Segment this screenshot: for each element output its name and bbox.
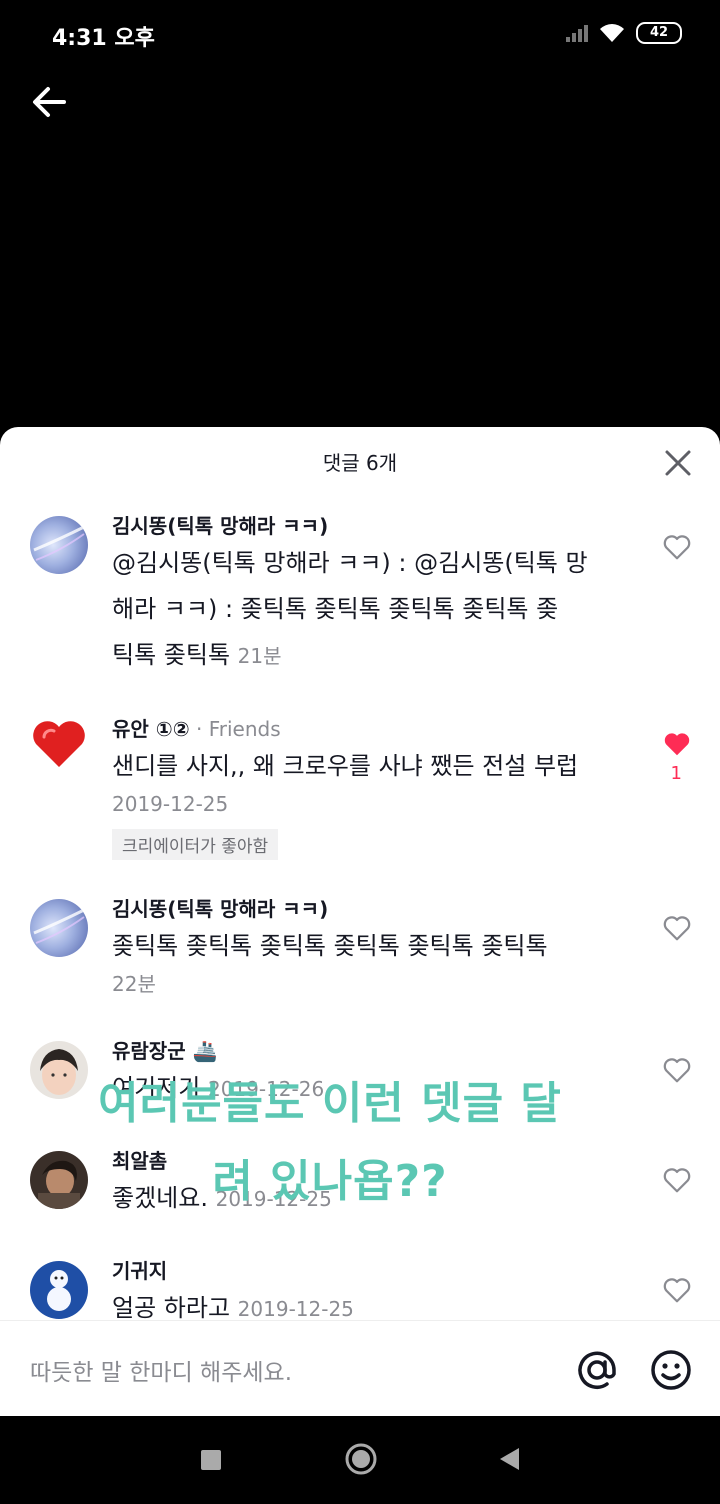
creator-liked-badge: 크리에이터가 좋아함 xyxy=(112,829,279,860)
avatar[interactable] xyxy=(30,1261,88,1319)
comment-text-segment: 틱톡 좆틱톡 xyxy=(112,641,231,669)
comment-username[interactable]: 기귀지 xyxy=(112,1257,636,1285)
comment-time: 22분 xyxy=(112,972,156,996)
emoji-icon[interactable] xyxy=(650,1349,692,1391)
nav-back-button[interactable] xyxy=(497,1446,521,1472)
comments-title: 댓글 6개 xyxy=(322,451,398,475)
status-icons: 42 xyxy=(566,22,682,44)
heart-outline-icon[interactable] xyxy=(662,532,692,562)
status-bar: 4:31 오후 42 xyxy=(0,0,720,70)
overlay-caption-line: 여러분들도 이런 뎃글 달 xyxy=(98,1078,562,1129)
at-icon[interactable] xyxy=(576,1349,618,1391)
comment-input-bar: 따듯한 말 한마디 해주세요. xyxy=(0,1320,720,1417)
comment-body: 유안 ①② · Friends 샌디를 사지,, 왜 크로우를 사냐 쨌든 전설… xyxy=(112,715,636,860)
avatar[interactable] xyxy=(30,715,88,773)
comment-username[interactable]: 유안 ①② xyxy=(112,717,190,741)
comment-text: 샌디를 사지,, 왜 크로우를 사냐 쨌든 전설 부럽 xyxy=(112,752,579,780)
comment-text: @김시똥(틱톡 망해라 ㅋㅋ) : @김시똥(틱톡 망 해라 ㅋㅋ) : 좆틱톡… xyxy=(112,540,636,679)
comment-username[interactable]: 유람장군 🚢 xyxy=(112,1037,636,1065)
comment-time: 21분 xyxy=(237,644,282,668)
comment-text-line: 해라 ㅋㅋ) : 좆틱톡 좆틱톡 좆틱톡 좆틱톡 좆 xyxy=(112,595,559,623)
signal-icon xyxy=(566,24,588,42)
comment-username-row: 유안 ①② · Friends xyxy=(112,715,636,743)
comment-input[interactable]: 따듯한 말 한마디 해주세요. xyxy=(30,1353,292,1387)
avatar[interactable] xyxy=(30,899,88,957)
recents-button[interactable] xyxy=(201,1450,221,1470)
wifi-icon xyxy=(600,24,624,42)
comment-time: 2019-12-25 xyxy=(112,792,229,816)
close-icon[interactable] xyxy=(664,449,692,477)
comment-text: 좆틱톡 좆틱톡 좆틱톡 좆틱톡 좆틱톡 좆틱톡 xyxy=(112,932,548,960)
heart-outline-icon[interactable] xyxy=(662,1275,692,1305)
friends-tag: · Friends xyxy=(189,717,281,741)
comment-username[interactable]: 김시똥(틱톡 망해라 ㅋㅋ) xyxy=(112,895,636,923)
comment-text-line: @김시똥(틱톡 망해라 ㅋㅋ) : @김시똥(틱톡 망 xyxy=(112,549,588,577)
comment-text-segment: 얼공 하라고 xyxy=(112,1294,231,1322)
heart-outline-icon[interactable] xyxy=(662,913,692,943)
system-nav-bar xyxy=(0,1416,720,1504)
heart-filled-icon[interactable] xyxy=(662,729,692,759)
comment-time: 2019-12-25 xyxy=(237,1297,354,1321)
comment-username[interactable]: 김시똥(틱톡 망해라 ㅋㅋ) xyxy=(112,512,636,540)
back-arrow-icon[interactable] xyxy=(30,82,70,122)
comment-body: 김시똥(틱톡 망해라 ㅋㅋ) 좆틱톡 좆틱톡 좆틱톡 좆틱톡 좆틱톡 좆틱톡 2… xyxy=(112,895,636,999)
avatar[interactable] xyxy=(30,516,88,574)
status-time: 4:31 오후 xyxy=(52,26,155,51)
comment-text-line: 틱톡 좆틱톡 21분 xyxy=(112,632,636,679)
battery-indicator: 42 xyxy=(636,22,682,44)
overlay-caption-line: 려 있나욥?? xyxy=(212,1156,448,1207)
comments-sheet: 댓글 6개 김시똥(틱톡 망해라 ㅋㅋ) @김시똥(틱톡 망해라 ㅋㅋ) : @… xyxy=(0,427,720,1417)
home-button[interactable] xyxy=(344,1442,378,1476)
like-count: 1 xyxy=(670,763,682,784)
comment-body: 김시똥(틱톡 망해라 ㅋㅋ) @김시똥(틱톡 망해라 ㅋㅋ) : @김시똥(틱톡… xyxy=(112,512,636,679)
